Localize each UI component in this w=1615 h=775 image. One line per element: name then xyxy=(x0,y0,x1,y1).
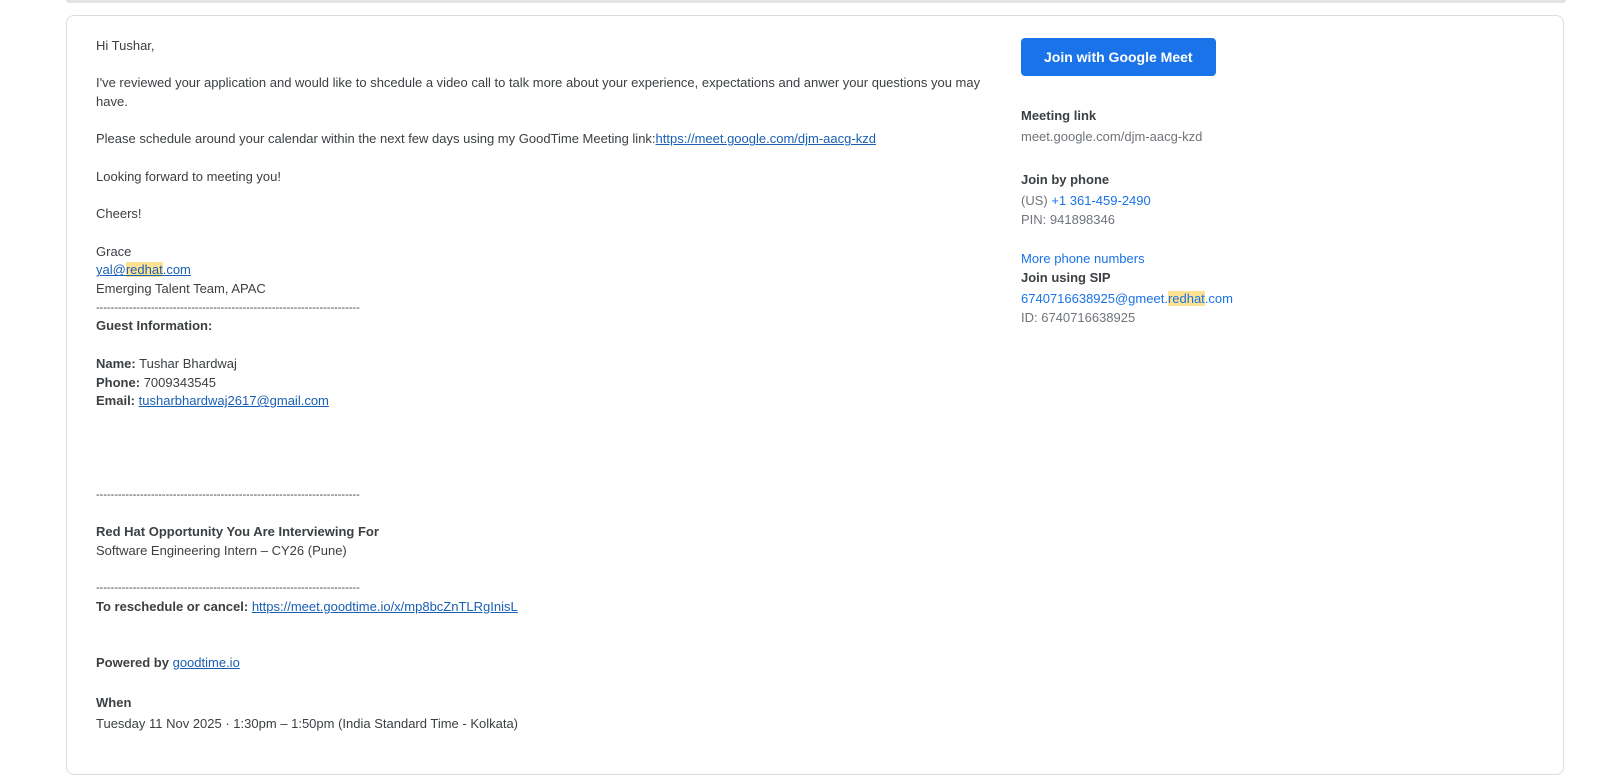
meeting-link-label: Meeting link xyxy=(1021,108,1097,123)
guest-info-heading: Guest Information: xyxy=(96,318,213,334)
phone-line: (US) +1 361-459-2490 xyxy=(1021,193,1151,208)
goodtime-link[interactable]: goodtime.io xyxy=(173,655,240,670)
right-edge xyxy=(1597,0,1615,756)
schedule-text: Please schedule around your calendar wit… xyxy=(96,131,656,147)
reschedule-line: To reschedule or cancel: https://meet.go… xyxy=(96,598,518,614)
meeting-link-value[interactable]: meet.google.com/djm-aacg-kzd xyxy=(1021,129,1202,144)
divider: ----------------------------------------… xyxy=(96,582,360,595)
greeting: Hi Tushar, xyxy=(96,38,155,53)
signature-email-line: yal@redhat.com xyxy=(96,261,996,280)
email-body: Hi Tushar, I've reviewed your applicatio… xyxy=(96,37,996,734)
meeting-link[interactable]: https://meet.google.com/djm-aacg-kzd xyxy=(656,131,876,146)
signature-email[interactable]: yal@redhat.com xyxy=(96,262,191,278)
sip-id: ID: 6740716638925 xyxy=(1021,310,1136,325)
join-sip-label: Join using SIP xyxy=(1021,270,1111,285)
opportunity-heading: Red Hat Opportunity You Are Interviewing… xyxy=(96,524,379,540)
reschedule-link[interactable]: https://meet.goodtime.io/x/mp8bcZnTLRgIn… xyxy=(252,599,518,614)
guest-name-line: Name: Tushar Bhardwaj xyxy=(96,355,237,371)
sip-line: 6740716638925@gmeet.redhat.com xyxy=(1021,291,1233,306)
top-strip xyxy=(66,0,1566,3)
powered-by-line: Powered by goodtime.io xyxy=(96,654,240,670)
when-value: Tuesday 11 Nov 2025 · 1:30pm – 1:50pm (I… xyxy=(96,716,519,732)
guest-email-link[interactable]: tusharbhardwaj2617@gmail.com xyxy=(139,393,329,408)
intro-text: I've reviewed your application and would… xyxy=(96,75,981,110)
signature-team: Emerging Talent Team, APAC xyxy=(96,281,266,297)
signature-name: Grace xyxy=(96,243,132,259)
opportunity-value: Software Engineering Intern – CY26 (Pune… xyxy=(96,542,347,558)
meet-panel: Join with Google Meet Meeting link meet.… xyxy=(1021,38,1381,325)
cheers: Cheers! xyxy=(96,206,142,222)
divider: ----------------------------------------… xyxy=(96,301,360,314)
looking-forward: Looking forward to meeting you! xyxy=(96,168,281,184)
sip-link[interactable]: 6740716638925@gmeet.redhat.com xyxy=(1021,291,1233,306)
guest-phone-line: Phone: 7009343545 xyxy=(96,374,216,390)
schedule-line: Please schedule around your calendar wit… xyxy=(96,130,996,149)
join-by-phone-label: Join by phone xyxy=(1021,172,1110,187)
phone-number-link[interactable]: +1 361-459-2490 xyxy=(1051,193,1150,208)
more-phone-numbers-link[interactable]: More phone numbers xyxy=(1021,251,1145,266)
guest-email-line: Email: tusharbhardwaj2617@gmail.com xyxy=(96,393,329,409)
join-google-meet-button[interactable]: Join with Google Meet xyxy=(1021,38,1216,76)
when-label: When xyxy=(96,694,132,710)
divider: ----------------------------------------… xyxy=(96,488,360,501)
phone-pin: PIN: 941898346 xyxy=(1021,212,1115,227)
